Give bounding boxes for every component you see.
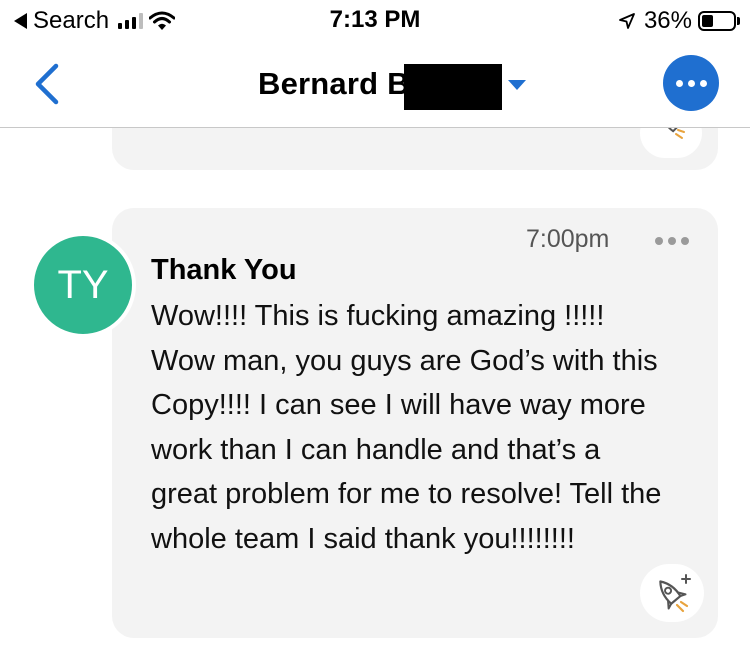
nav-bar: Bernard B — [0, 42, 750, 128]
message-body: Wow!!!! This is fucking amazing !!!!! Wo… — [151, 300, 662, 555]
rocket-plus-icon — [659, 574, 691, 613]
avatar-initials: TY — [57, 262, 109, 307]
avatar[interactable]: TY — [30, 232, 136, 338]
status-right: 36% — [618, 6, 740, 36]
rocket-icon — [661, 128, 685, 139]
message-list[interactable]: TY 7:00pm Thank You Wow!!!! This is fuck… — [0, 128, 750, 645]
battery-fill — [702, 15, 713, 27]
chevron-left-icon — [35, 63, 59, 105]
boost-button[interactable] — [640, 564, 704, 622]
more-dot — [681, 237, 689, 245]
message-more-button[interactable] — [655, 237, 689, 245]
more-dot — [668, 237, 676, 245]
more-dot — [687, 79, 695, 87]
message-time: 7:00pm — [526, 225, 610, 253]
more-dot — [699, 79, 707, 87]
chevron-down-icon[interactable] — [508, 80, 526, 90]
conversation-title[interactable]: Bernard B — [258, 66, 410, 102]
battery-tip — [737, 17, 740, 25]
location-arrow-icon — [619, 13, 635, 29]
status-bar: Search 7:13 PM 36% — [0, 0, 750, 40]
battery-percent: 36% — [643, 7, 692, 34]
more-horizontal-icon — [655, 237, 663, 245]
message-subject: Thank You — [151, 254, 297, 286]
previous-message-card[interactable] — [112, 128, 718, 170]
battery-icon — [698, 11, 736, 31]
more-options-button[interactable] — [663, 55, 719, 111]
previous-boost-button[interactable] — [640, 128, 702, 158]
redaction-box — [404, 64, 502, 110]
more-horizontal-icon — [675, 79, 683, 87]
back-button[interactable] — [30, 62, 66, 106]
